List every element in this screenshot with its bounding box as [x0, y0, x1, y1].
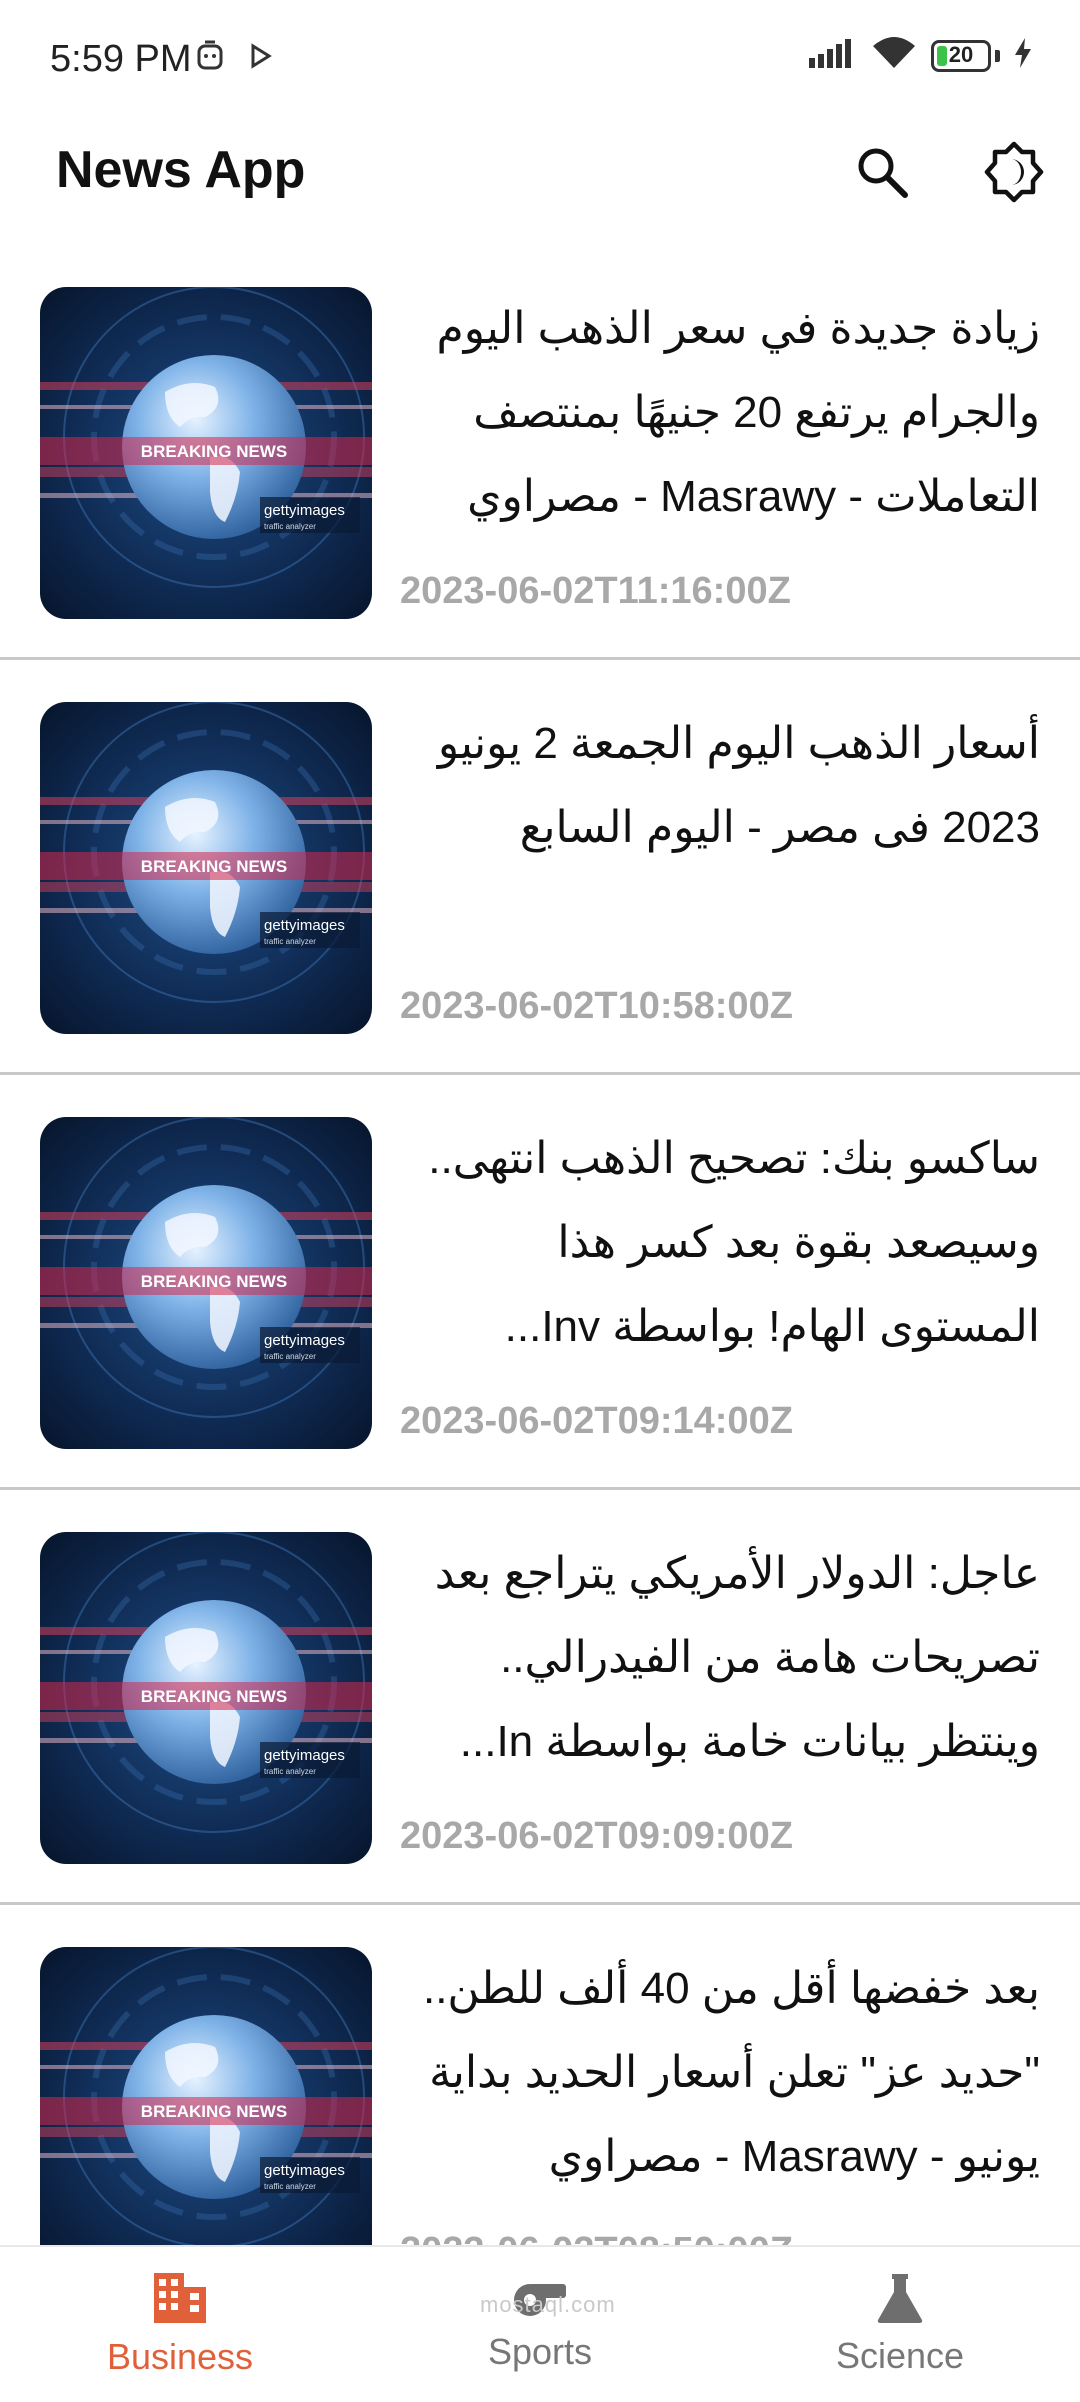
thumbnail-banner-text: BREAKING NEWS	[141, 1687, 287, 1706]
play-store-icon	[250, 43, 272, 74]
status-left-icons	[196, 40, 272, 77]
news-title[interactable]: زيادة جديدة في سعر الذهب اليوم والجرام ي…	[400, 287, 1040, 539]
news-title[interactable]: أسعار الذهب اليوم الجمعة 2 يونيو 2023 فى…	[400, 702, 1040, 870]
news-list[interactable]: BREAKING NEWS gettyimages traffic analyz…	[0, 245, 1080, 2245]
nav-item-science[interactable]: Science	[720, 2247, 1080, 2402]
status-right-icons: 20	[809, 36, 1032, 75]
bottom-navigation: Business Sports Science mostaql.com	[0, 2245, 1080, 2402]
news-text-block: ساكسو بنك: تصحيح الذهب انتهى.. وسيصعد بق…	[400, 1117, 1040, 1449]
news-card[interactable]: BREAKING NEWS gettyimages traffic analyz…	[0, 1905, 1080, 2245]
app-bar: News App	[0, 120, 1080, 230]
news-date: 2023-06-02T08:50:00Z	[400, 2230, 793, 2245]
watermark: mostaql.com	[480, 2292, 616, 2317]
thumbnail-banner-text: BREAKING NEWS	[141, 857, 287, 876]
thumbnail-credit-sub: traffic analyzer	[264, 937, 316, 946]
nav-item-sports[interactable]: Sports	[360, 2247, 720, 2402]
news-thumbnail: BREAKING NEWS gettyimages traffic analyz…	[40, 1947, 372, 2245]
news-thumbnail: BREAKING NEWS gettyimages traffic analyz…	[40, 1117, 372, 1449]
news-text-block: عاجل: الدولار الأمريكي يتراجع بعد تصريحا…	[400, 1532, 1040, 1864]
thumbnail-credit: gettyimages	[264, 502, 345, 519]
battery-icon: 20	[931, 39, 991, 72]
news-card[interactable]: BREAKING NEWS gettyimages traffic analyz…	[0, 1490, 1080, 1905]
thumbnail-credit-sub: traffic analyzer	[264, 1767, 316, 1776]
news-card[interactable]: BREAKING NEWS gettyimages traffic analyz…	[0, 1075, 1080, 1490]
news-title[interactable]: عاجل: الدولار الأمريكي يتراجع بعد تصريحا…	[400, 1532, 1040, 1784]
battery-tip	[995, 49, 1000, 62]
business-icon	[152, 2271, 208, 2330]
status-time: 5:59 PM	[50, 38, 192, 80]
news-thumbnail: BREAKING NEWS gettyimages traffic analyz…	[40, 702, 372, 1034]
nav-item-business[interactable]: Business	[0, 2247, 360, 2402]
thumbnail-credit: gettyimages	[264, 1747, 345, 1764]
status-bar: 5:59 PM 20	[0, 0, 1080, 120]
news-card[interactable]: BREAKING NEWS gettyimages traffic analyz…	[0, 660, 1080, 1075]
nav-label-sports: Sports	[487, 2331, 593, 2372]
theme-toggle-button[interactable]	[974, 134, 1054, 214]
thumbnail-banner-text: BREAKING NEWS	[141, 442, 287, 461]
news-text-block: أسعار الذهب اليوم الجمعة 2 يونيو 2023 فى…	[400, 702, 1040, 1034]
theme-toggle-icon	[983, 141, 1045, 208]
flask-icon	[875, 2272, 925, 2329]
news-date: 2023-06-02T11:16:00Z	[400, 570, 791, 612]
nav-label-science: Science	[835, 2335, 965, 2376]
news-text-block: بعد خفضها أقل من 40 ألف للطن.. "حديد عز"…	[400, 1947, 1040, 2245]
search-button[interactable]	[842, 134, 922, 214]
news-thumbnail: BREAKING NEWS gettyimages traffic analyz…	[40, 1532, 372, 1864]
news-title[interactable]: ساكسو بنك: تصحيح الذهب انتهى.. وسيصعد بق…	[400, 1117, 1040, 1369]
assistant-icon	[196, 40, 224, 77]
thumbnail-credit-sub: traffic analyzer	[264, 2182, 316, 2191]
charging-bolt-icon	[1014, 38, 1032, 73]
app-title: News App	[56, 141, 306, 199]
search-icon	[855, 145, 909, 204]
wifi-icon	[871, 36, 917, 75]
thumbnail-banner-text: BREAKING NEWS	[141, 2102, 287, 2121]
news-date: 2023-06-02T09:14:00Z	[400, 1400, 793, 1442]
thumbnail-credit: gettyimages	[264, 917, 345, 934]
thumbnail-banner-text: BREAKING NEWS	[141, 1272, 287, 1291]
thumbnail-credit-sub: traffic analyzer	[264, 1352, 316, 1361]
signal-icon	[809, 38, 857, 73]
news-date: 2023-06-02T10:58:00Z	[400, 985, 793, 1027]
thumbnail-credit: gettyimages	[264, 2162, 345, 2179]
thumbnail-credit-sub: traffic analyzer	[264, 522, 316, 531]
nav-label-business: Business	[106, 2336, 254, 2377]
news-text-block: زيادة جديدة في سعر الذهب اليوم والجرام ي…	[400, 287, 1040, 619]
news-card[interactable]: BREAKING NEWS gettyimages traffic analyz…	[0, 245, 1080, 660]
thumbnail-credit: gettyimages	[264, 1332, 345, 1349]
battery-level: 20	[948, 41, 974, 67]
news-title[interactable]: بعد خفضها أقل من 40 ألف للطن.. "حديد عز"…	[400, 1947, 1040, 2199]
news-date: 2023-06-02T09:09:00Z	[400, 1815, 793, 1857]
news-thumbnail: BREAKING NEWS gettyimages traffic analyz…	[40, 287, 372, 619]
